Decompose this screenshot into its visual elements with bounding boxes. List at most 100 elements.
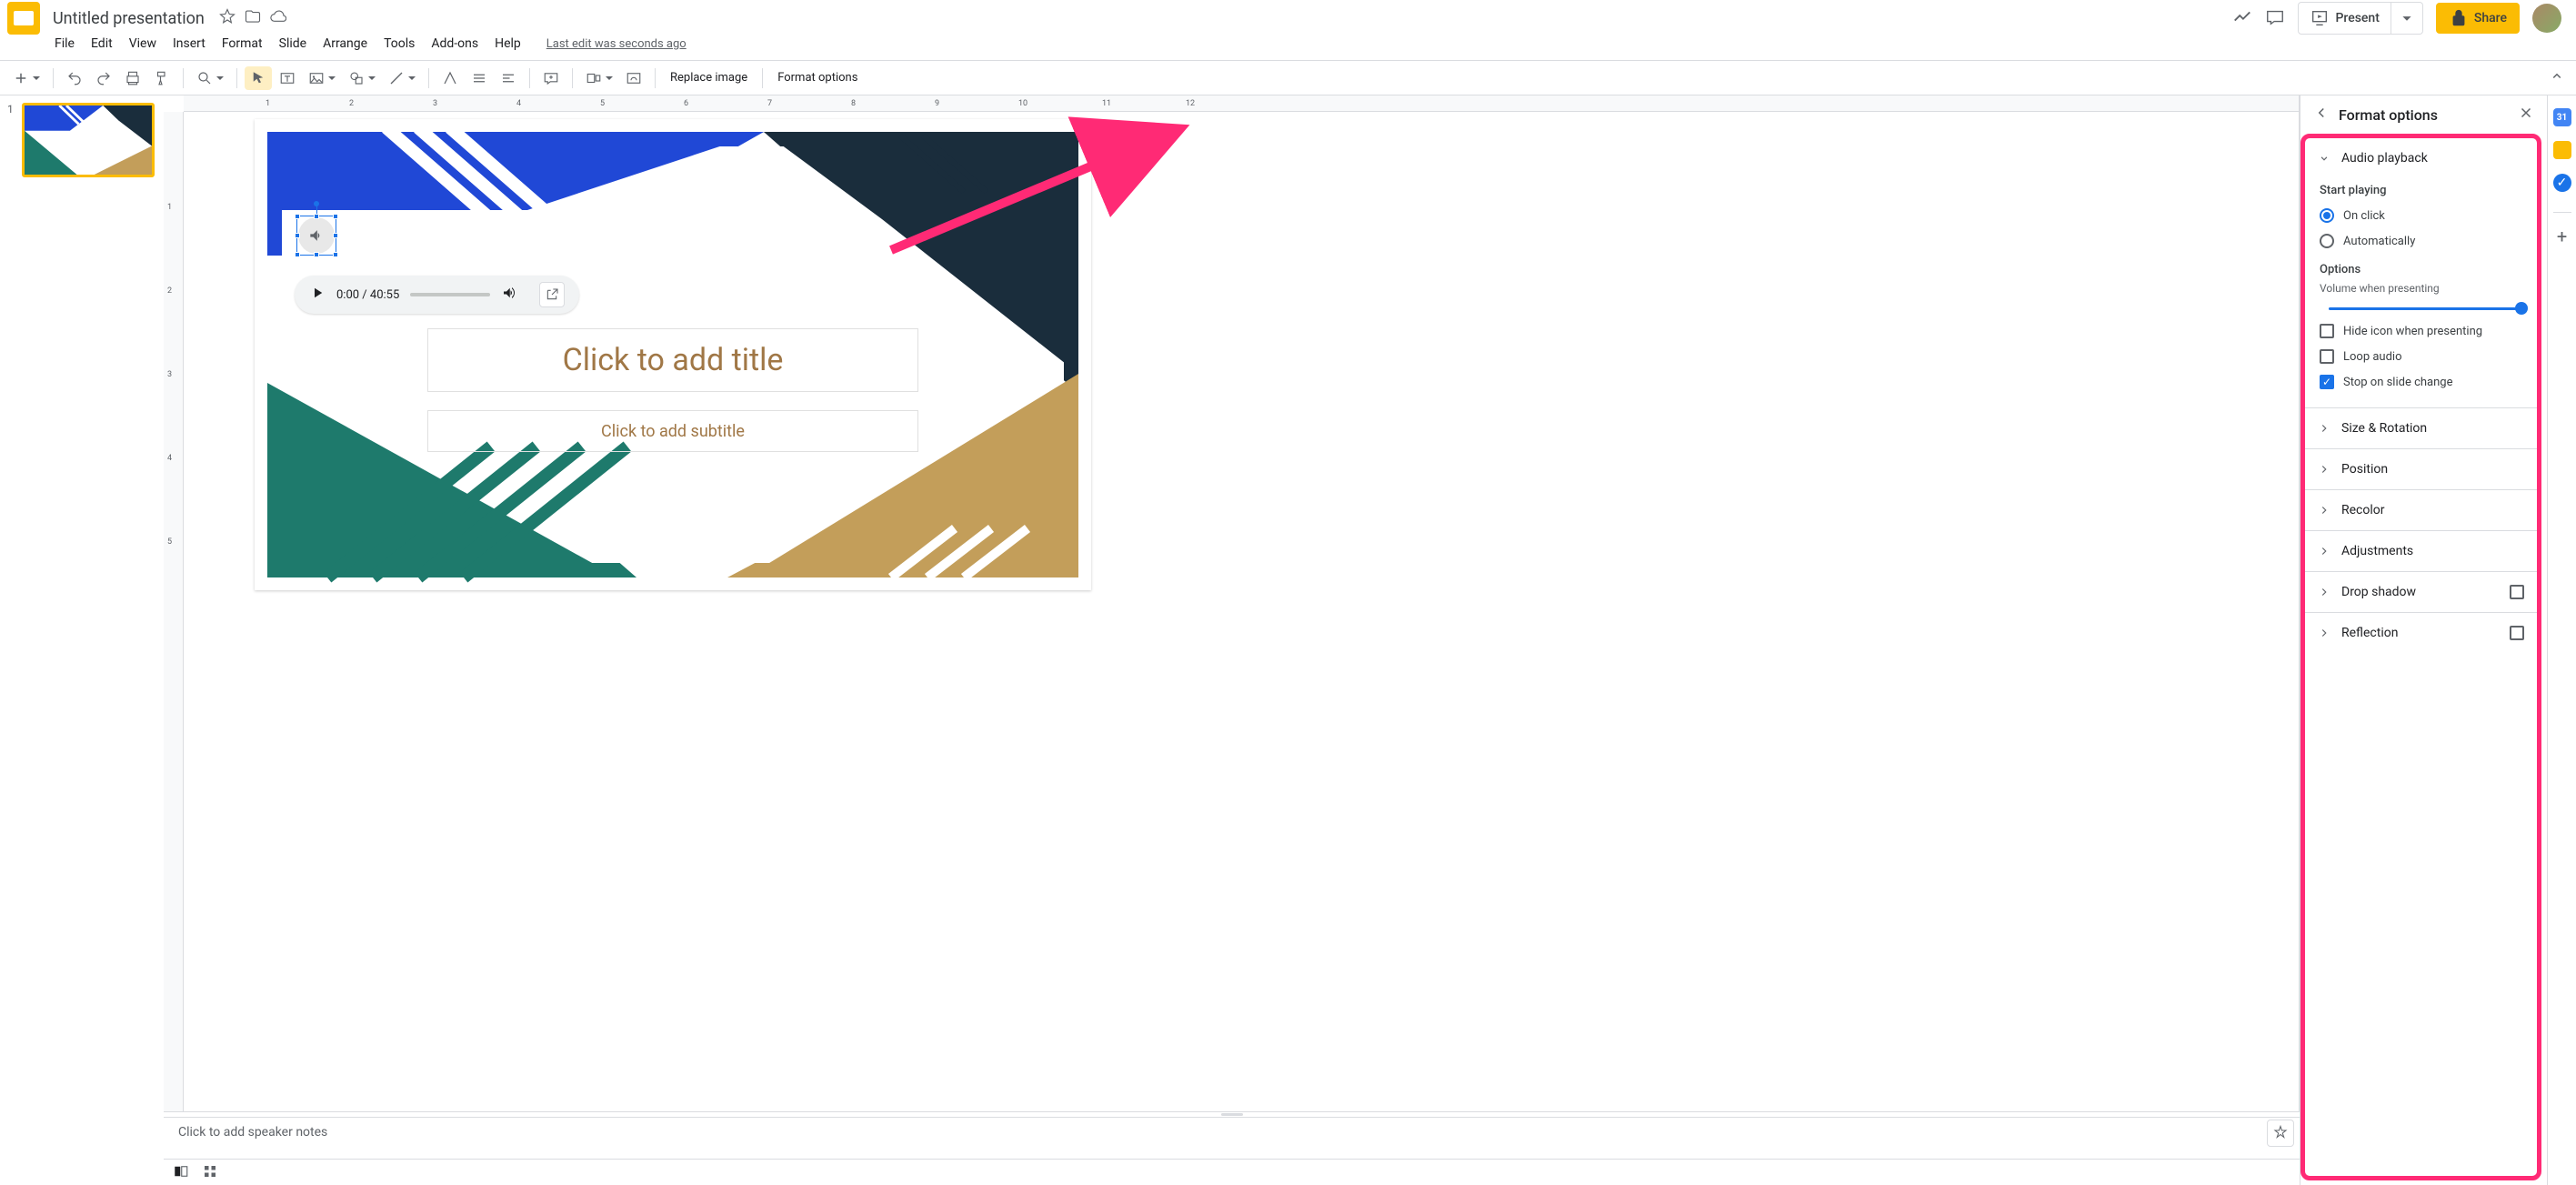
- undo-button[interactable]: [61, 66, 88, 90]
- addons-plus-icon[interactable]: +: [2553, 227, 2571, 246]
- check-hide-icon[interactable]: Hide icon when presenting: [2320, 318, 2522, 344]
- tasks-chip-icon[interactable]: ✓: [2553, 174, 2571, 192]
- audio-seekbar[interactable]: [410, 293, 490, 296]
- radio-on-click[interactable]: On click: [2320, 203, 2522, 228]
- star-icon[interactable]: [219, 8, 236, 28]
- section-size-rotation[interactable]: Size & Rotation: [2305, 408, 2537, 448]
- section-recolor[interactable]: Recolor: [2305, 490, 2537, 530]
- close-icon[interactable]: [2518, 105, 2534, 125]
- audio-player[interactable]: 0:00 / 40:55: [295, 276, 579, 314]
- format-options-title: Format options: [2339, 106, 2438, 124]
- mask-tool[interactable]: [466, 66, 493, 90]
- radio-icon: [2320, 234, 2334, 248]
- checkbox-icon: [2320, 349, 2334, 364]
- drop-shadow-toggle[interactable]: [2510, 585, 2524, 599]
- chevron-down-icon: [2318, 152, 2330, 165]
- menu-view[interactable]: View: [122, 33, 164, 55]
- present-label: Present: [2335, 11, 2379, 25]
- menu-edit[interactable]: Edit: [84, 33, 120, 55]
- activity-icon[interactable]: [2232, 6, 2252, 30]
- keep-chip-icon[interactable]: [2553, 141, 2571, 159]
- audio-object[interactable]: [298, 217, 335, 254]
- volume-icon[interactable]: [501, 285, 517, 305]
- account-avatar[interactable]: [2532, 4, 2561, 33]
- slides-app-logo[interactable]: [7, 2, 40, 35]
- comments-icon[interactable]: [2265, 6, 2285, 30]
- checkbox-icon: [2320, 375, 2334, 389]
- new-slide-button[interactable]: [7, 66, 45, 90]
- menu-slide[interactable]: Slide: [272, 33, 314, 55]
- transition-tool[interactable]: [580, 66, 618, 90]
- present-dropdown-icon[interactable]: [2391, 2, 2423, 35]
- volume-label: Volume when presenting: [2320, 282, 2522, 295]
- audio-time: 0:00 / 40:55: [336, 288, 399, 302]
- menu-format[interactable]: Format: [215, 33, 270, 55]
- radio-icon: [2320, 208, 2334, 223]
- last-edit-link[interactable]: Last edit was seconds ago: [546, 37, 687, 51]
- calendar-chip-icon[interactable]: 31: [2553, 108, 2571, 126]
- section-audio-playback[interactable]: Audio playback: [2305, 138, 2537, 178]
- crop-tool[interactable]: [436, 66, 464, 90]
- slide-canvas[interactable]: 1 2 3 4 5 6 7 8 9 10 11 12 1 2 3 4 5: [164, 95, 2300, 1111]
- checkbox-icon: [2320, 324, 2334, 338]
- options-label: Options: [2320, 263, 2522, 276]
- slide-thumbnail-1[interactable]: [22, 103, 155, 177]
- replace-image-button[interactable]: Replace image: [663, 67, 755, 88]
- share-button[interactable]: Share: [2436, 3, 2520, 34]
- speaker-notes[interactable]: Click to add speaker notes: [164, 1117, 2300, 1159]
- menu-addons[interactable]: Add-ons: [424, 33, 486, 55]
- title-placeholder[interactable]: Click to add title: [427, 328, 918, 392]
- chevron-right-icon: [2318, 545, 2330, 557]
- menu-insert[interactable]: Insert: [165, 33, 213, 55]
- redo-button[interactable]: [90, 66, 117, 90]
- section-reflection[interactable]: Reflection: [2305, 613, 2537, 653]
- present-button[interactable]: Present: [2298, 2, 2391, 35]
- section-position[interactable]: Position: [2305, 449, 2537, 489]
- reflection-toggle[interactable]: [2510, 626, 2524, 640]
- image-tool[interactable]: [303, 66, 341, 90]
- back-icon[interactable]: [2313, 105, 2330, 125]
- annotation-highlight: Audio playback Start playing On click Au…: [2300, 134, 2541, 1180]
- select-tool[interactable]: [245, 66, 272, 90]
- comment-tool[interactable]: [537, 66, 565, 90]
- chevron-right-icon: [2318, 586, 2330, 598]
- menu-help[interactable]: Help: [487, 33, 528, 55]
- section-title: Recolor: [2341, 503, 2385, 517]
- subtitle-placeholder[interactable]: Click to add subtitle: [427, 410, 918, 452]
- share-label: Share: [2474, 11, 2507, 25]
- format-options-button[interactable]: Format options: [770, 67, 865, 88]
- section-drop-shadow[interactable]: Drop shadow: [2305, 572, 2537, 612]
- collapse-toolbar-icon[interactable]: [2543, 65, 2571, 88]
- cloud-status-icon[interactable]: [270, 8, 286, 28]
- section-title: Size & Rotation: [2341, 421, 2427, 436]
- menu-arrange[interactable]: Arrange: [316, 33, 375, 55]
- chevron-right-icon: [2318, 463, 2330, 476]
- filmstrip-view-icon[interactable]: [173, 1163, 189, 1183]
- menu-tools[interactable]: Tools: [376, 33, 422, 55]
- section-adjustments[interactable]: Adjustments: [2305, 531, 2537, 571]
- check-loop-audio[interactable]: Loop audio: [2320, 344, 2522, 369]
- status-bar: [164, 1159, 2300, 1185]
- textbox-tool[interactable]: [274, 66, 301, 90]
- doc-title[interactable]: Untitled presentation: [47, 7, 210, 30]
- vertical-ruler: 1 2 3 4 5: [164, 112, 184, 1111]
- zoom-button[interactable]: [191, 66, 229, 90]
- radio-automatically[interactable]: Automatically: [2320, 228, 2522, 254]
- border-tool[interactable]: [495, 66, 522, 90]
- menu-file[interactable]: File: [47, 33, 82, 55]
- thumb-number: 1: [7, 103, 22, 177]
- grid-view-icon[interactable]: [202, 1163, 218, 1183]
- section-title: Audio playback: [2341, 151, 2428, 166]
- paint-format-button[interactable]: [148, 66, 175, 90]
- shape-tool[interactable]: [343, 66, 381, 90]
- move-to-icon[interactable]: [245, 8, 261, 28]
- reset-image-tool[interactable]: [620, 66, 647, 90]
- volume-slider[interactable]: [2329, 300, 2522, 316]
- slide-stage[interactable]: Click to add title Click to add subtitle: [255, 119, 1091, 590]
- print-button[interactable]: [119, 66, 146, 90]
- line-tool[interactable]: [383, 66, 421, 90]
- popout-icon[interactable]: [539, 282, 565, 307]
- check-stop-on-change[interactable]: Stop on slide change: [2320, 369, 2522, 395]
- slide-thumbnails-panel: 1: [0, 95, 164, 1185]
- play-icon[interactable]: [309, 285, 326, 305]
